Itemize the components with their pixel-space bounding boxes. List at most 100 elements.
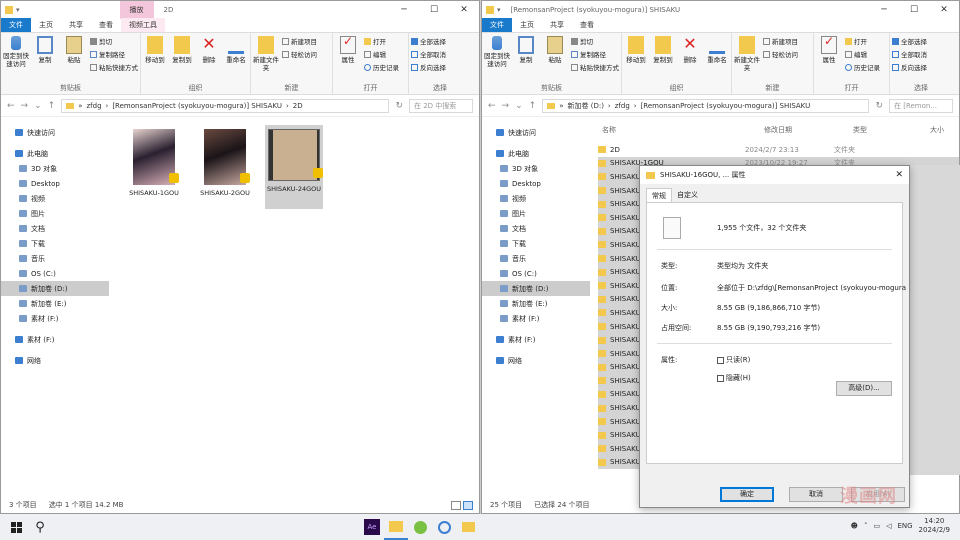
nav-item[interactable]: 3D 对象: [1, 161, 109, 176]
nav-item[interactable]: 网络: [482, 353, 590, 368]
rename-button[interactable]: 重命名: [705, 36, 729, 82]
new-folder-button[interactable]: 新建文件夹: [734, 36, 760, 82]
back-arrow-icon[interactable]: ←: [7, 101, 15, 111]
invert-selection-button[interactable]: 反向选择: [892, 62, 927, 72]
cancel-button[interactable]: 取消: [789, 487, 843, 502]
properties-button[interactable]: ✓ 属性: [816, 35, 842, 82]
nav-item[interactable]: 新加卷 (D:): [482, 281, 590, 296]
col-size-header[interactable]: 大小: [930, 125, 944, 135]
cut-button[interactable]: 剪切: [571, 36, 619, 46]
breadcrumb-item[interactable]: zfdg: [615, 102, 630, 110]
breadcrumb-item[interactable]: 2D: [293, 102, 303, 110]
nav-item[interactable]: 新加卷 (E:): [1, 296, 109, 311]
nav-item[interactable]: 下载: [482, 236, 590, 251]
easy-access-button[interactable]: 轻松访问: [282, 49, 317, 59]
nav-item[interactable]: 音乐: [1, 251, 109, 266]
recent-chevron-icon[interactable]: ⌄: [515, 101, 523, 111]
address-bar[interactable]: » 新加卷 (D:) › zfdg › [RemonsanProject (syok…: [542, 98, 870, 113]
cut-button[interactable]: 剪切: [90, 36, 138, 46]
paste-shortcut-button[interactable]: 粘贴快捷方式: [571, 62, 619, 72]
nav-item[interactable]: 素材 (F:): [1, 332, 109, 347]
pin-toolbar-icon[interactable]: ▾: [497, 6, 501, 14]
nav-item[interactable]: 音乐: [482, 251, 590, 266]
nav-item[interactable]: 文档: [1, 221, 109, 236]
nav-item[interactable]: 快速访问: [1, 125, 109, 140]
select-all-button[interactable]: 全部选择: [411, 36, 446, 46]
tab-general[interactable]: 常规: [646, 188, 672, 202]
paste-button[interactable]: 粘贴: [542, 36, 568, 82]
nav-item[interactable]: 下载: [1, 236, 109, 251]
file-thumbnail-selected[interactable]: SHISAKU-24GOU: [265, 125, 323, 209]
taskbar-app-green[interactable]: [408, 514, 432, 540]
nav-item[interactable]: 快速访问: [482, 125, 590, 140]
file-thumbnail[interactable]: SHISAKU-1GOU: [125, 129, 183, 197]
breadcrumb-item[interactable]: [RemonsanProject (syokuyou-mogura)] SHIS…: [641, 102, 811, 110]
nav-item[interactable]: Desktop: [1, 176, 109, 191]
search-input[interactable]: 在 2D 中搜索: [409, 98, 473, 113]
col-type-header[interactable]: 类型: [853, 125, 867, 135]
list-item[interactable]: 2D 2024/2/7 23:13 文件夹: [598, 143, 959, 157]
minimize-icon[interactable]: ─: [389, 5, 419, 15]
paste-shortcut-button[interactable]: 粘贴快捷方式: [90, 62, 138, 72]
move-to-button[interactable]: 移动到: [143, 36, 167, 82]
nav-item[interactable]: 新加卷 (E:): [482, 296, 590, 311]
readonly-checkbox[interactable]: 只读(R): [717, 355, 750, 365]
copy-button[interactable]: 复制: [513, 36, 539, 82]
chevron-up-icon[interactable]: ˄: [864, 522, 868, 530]
nav-item[interactable]: 新加卷 (D:): [1, 281, 109, 296]
copy-to-button[interactable]: 复制到: [170, 36, 194, 82]
nav-item[interactable]: 图片: [1, 206, 109, 221]
easy-access-button[interactable]: 轻松访问: [763, 49, 798, 59]
nav-item[interactable]: 视频: [482, 191, 590, 206]
tab-video-tools[interactable]: 视频工具: [121, 18, 165, 32]
paste-button[interactable]: 粘贴: [61, 36, 87, 82]
search-button[interactable]: ⚲: [28, 514, 52, 540]
copy-path-button[interactable]: 复制路径: [571, 49, 619, 59]
history-button[interactable]: 历史记录: [364, 62, 399, 72]
refresh-icon[interactable]: ↻: [875, 101, 883, 111]
forward-arrow-icon[interactable]: →: [502, 101, 510, 111]
delete-button[interactable]: ✕ 删除: [678, 36, 702, 82]
up-arrow-icon[interactable]: ↑: [48, 101, 56, 111]
nav-item[interactable]: OS (C:): [1, 266, 109, 281]
invert-selection-button[interactable]: 反向选择: [411, 62, 446, 72]
pin-quick-access-button[interactable]: 固定到快速访问: [484, 36, 510, 82]
tab-file[interactable]: 文件: [482, 18, 512, 32]
forward-arrow-icon[interactable]: →: [21, 101, 29, 111]
breadcrumb-item[interactable]: zfdg: [86, 102, 101, 110]
delete-button[interactable]: ✕ 删除: [197, 36, 221, 82]
copy-to-button[interactable]: 复制到: [651, 36, 675, 82]
advanced-button[interactable]: 高级(D)...: [836, 381, 892, 396]
close-icon[interactable]: ✕: [449, 5, 479, 15]
taskbar-app-folder[interactable]: [456, 514, 480, 540]
search-input[interactable]: 在 [Remon...: [889, 98, 953, 113]
tab-home[interactable]: 主页: [512, 18, 542, 32]
copy-path-button[interactable]: 复制路径: [90, 49, 138, 59]
nav-item[interactable]: 文档: [482, 221, 590, 236]
tab-view[interactable]: 查看: [572, 18, 602, 32]
tab-share[interactable]: 共享: [61, 18, 91, 32]
edit-button[interactable]: 编辑: [364, 49, 399, 59]
move-to-button[interactable]: 移动到: [624, 36, 648, 82]
hidden-checkbox[interactable]: 隐藏(H): [717, 373, 751, 383]
close-icon[interactable]: ✕: [895, 170, 903, 180]
nav-item[interactable]: 素材 (F:): [482, 311, 590, 326]
nav-item[interactable]: 图片: [482, 206, 590, 221]
col-date-header[interactable]: 修改日期: [764, 125, 792, 135]
new-item-button[interactable]: 新建项目: [282, 36, 317, 46]
pin-toolbar-icon[interactable]: ▾: [16, 6, 20, 14]
large-icons-view-icon[interactable]: [463, 500, 473, 510]
nav-item[interactable]: OS (C:): [482, 266, 590, 281]
edit-button[interactable]: 编辑: [845, 49, 880, 59]
tab-file[interactable]: 文件: [1, 18, 31, 32]
minimize-icon[interactable]: ─: [869, 5, 899, 15]
col-name-header[interactable]: 名称: [602, 125, 616, 135]
address-bar[interactable]: » zfdg › [RemonsanProject (syokuyou-mogur…: [61, 98, 390, 113]
rename-button[interactable]: 重命名: [224, 36, 248, 82]
properties-button[interactable]: ✓ 属性: [335, 35, 361, 82]
select-none-button[interactable]: 全部取消: [411, 49, 446, 59]
nav-item[interactable]: 此电脑: [1, 146, 109, 161]
maximize-icon[interactable]: ☐: [899, 5, 929, 15]
ok-button[interactable]: 确定: [720, 487, 774, 502]
details-view-icon[interactable]: [451, 500, 461, 510]
